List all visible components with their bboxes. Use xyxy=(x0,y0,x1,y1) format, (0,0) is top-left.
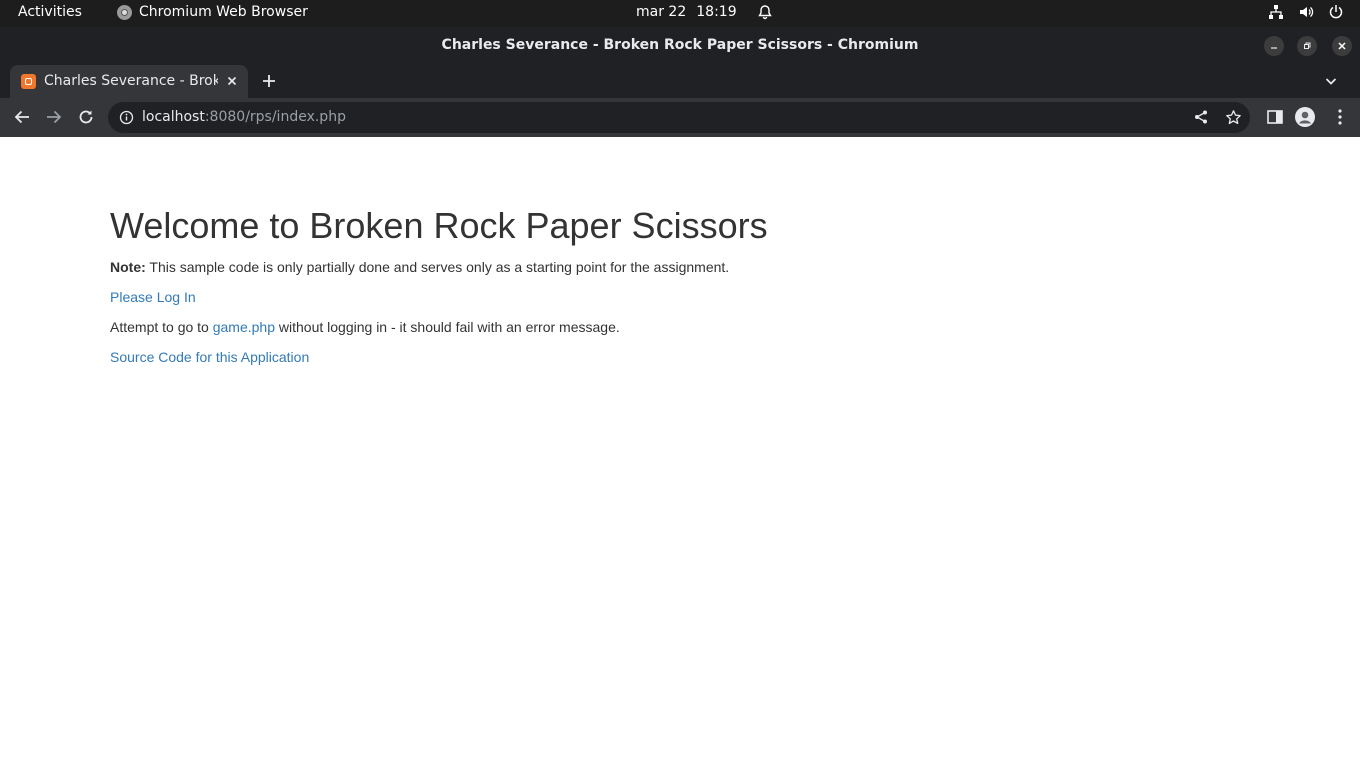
bell-icon xyxy=(757,5,772,20)
tab-active[interactable]: Charles Severance - Broken Rock Paper Sc… xyxy=(10,65,248,98)
attempt-paragraph: Attempt to go to game.php without loggin… xyxy=(110,319,620,335)
tab-strip: Charles Severance - Broken Rock Paper Sc… xyxy=(0,64,1360,98)
window-title-bar: Charles Severance - Broken Rock Paper Sc… xyxy=(0,27,1360,64)
side-panel-icon[interactable] xyxy=(1265,107,1285,127)
tab-search-icon[interactable] xyxy=(1323,73,1339,89)
system-tray[interactable] xyxy=(1268,4,1344,20)
xampp-favicon xyxy=(21,74,36,89)
tab-title: Charles Severance - Broken Rock Paper Sc… xyxy=(44,73,218,89)
close-window-button[interactable] xyxy=(1332,36,1352,56)
attempt-suffix: without logging in - it should fail with… xyxy=(275,319,620,335)
volume-icon xyxy=(1300,7,1314,17)
minimize-button[interactable] xyxy=(1264,36,1284,56)
page-content: Welcome to Broken Rock Paper Scissors No… xyxy=(0,137,1360,768)
app-name: Chromium Web Browser xyxy=(139,4,308,20)
maximize-icon xyxy=(1304,42,1311,49)
page-title: Welcome to Broken Rock Paper Scissors xyxy=(110,205,768,246)
browser-toolbar: localhost:8080/rps/index.php xyxy=(0,98,1360,137)
address-bar[interactable]: localhost:8080/rps/index.php xyxy=(108,102,1250,133)
profile-icon[interactable] xyxy=(1295,107,1315,127)
attempt-prefix: Attempt to go to xyxy=(110,319,213,335)
app-menu[interactable]: Chromium Web Browser xyxy=(117,4,308,20)
clock[interactable]: mar 22 18:19 xyxy=(636,4,773,20)
tab-close-icon[interactable] xyxy=(224,73,240,89)
forward-icon[interactable] xyxy=(45,108,63,126)
bookmark-star-icon[interactable] xyxy=(1225,109,1242,126)
source-code-link[interactable]: Source Code for this Application xyxy=(110,349,309,365)
maximize-button[interactable] xyxy=(1297,36,1317,56)
url-path: :8080/rps/index.php xyxy=(204,109,346,125)
network-icon xyxy=(1269,5,1283,19)
date-label: mar 22 xyxy=(636,4,687,20)
game-link[interactable]: game.php xyxy=(213,319,275,335)
new-tab-icon[interactable] xyxy=(260,72,278,90)
reload-icon[interactable] xyxy=(77,108,95,126)
chromium-icon xyxy=(117,4,132,20)
power-icon xyxy=(1329,5,1343,19)
note-paragraph: Note: This sample code is only partially… xyxy=(110,259,729,275)
close-icon xyxy=(1338,42,1346,50)
system-top-bar: Activities Chromium Web Browser mar 22 1… xyxy=(0,0,1360,27)
note-text: This sample code is only partially done … xyxy=(145,259,730,275)
source-paragraph: Source Code for this Application xyxy=(110,349,309,365)
time-label: 18:19 xyxy=(696,4,737,20)
url-text[interactable]: localhost:8080/rps/index.php xyxy=(142,109,346,125)
activities-button[interactable]: Activities xyxy=(18,4,82,20)
share-icon[interactable] xyxy=(1193,109,1209,125)
login-paragraph: Please Log In xyxy=(110,289,196,305)
minimize-icon xyxy=(1271,47,1277,49)
window-title: Charles Severance - Broken Rock Paper Sc… xyxy=(441,37,919,53)
info-icon[interactable] xyxy=(119,110,134,125)
note-label: Note: xyxy=(110,259,146,275)
url-host: localhost xyxy=(142,109,205,125)
back-icon[interactable] xyxy=(13,108,31,126)
login-link[interactable]: Please Log In xyxy=(110,289,196,305)
menu-icon[interactable] xyxy=(1330,107,1350,127)
